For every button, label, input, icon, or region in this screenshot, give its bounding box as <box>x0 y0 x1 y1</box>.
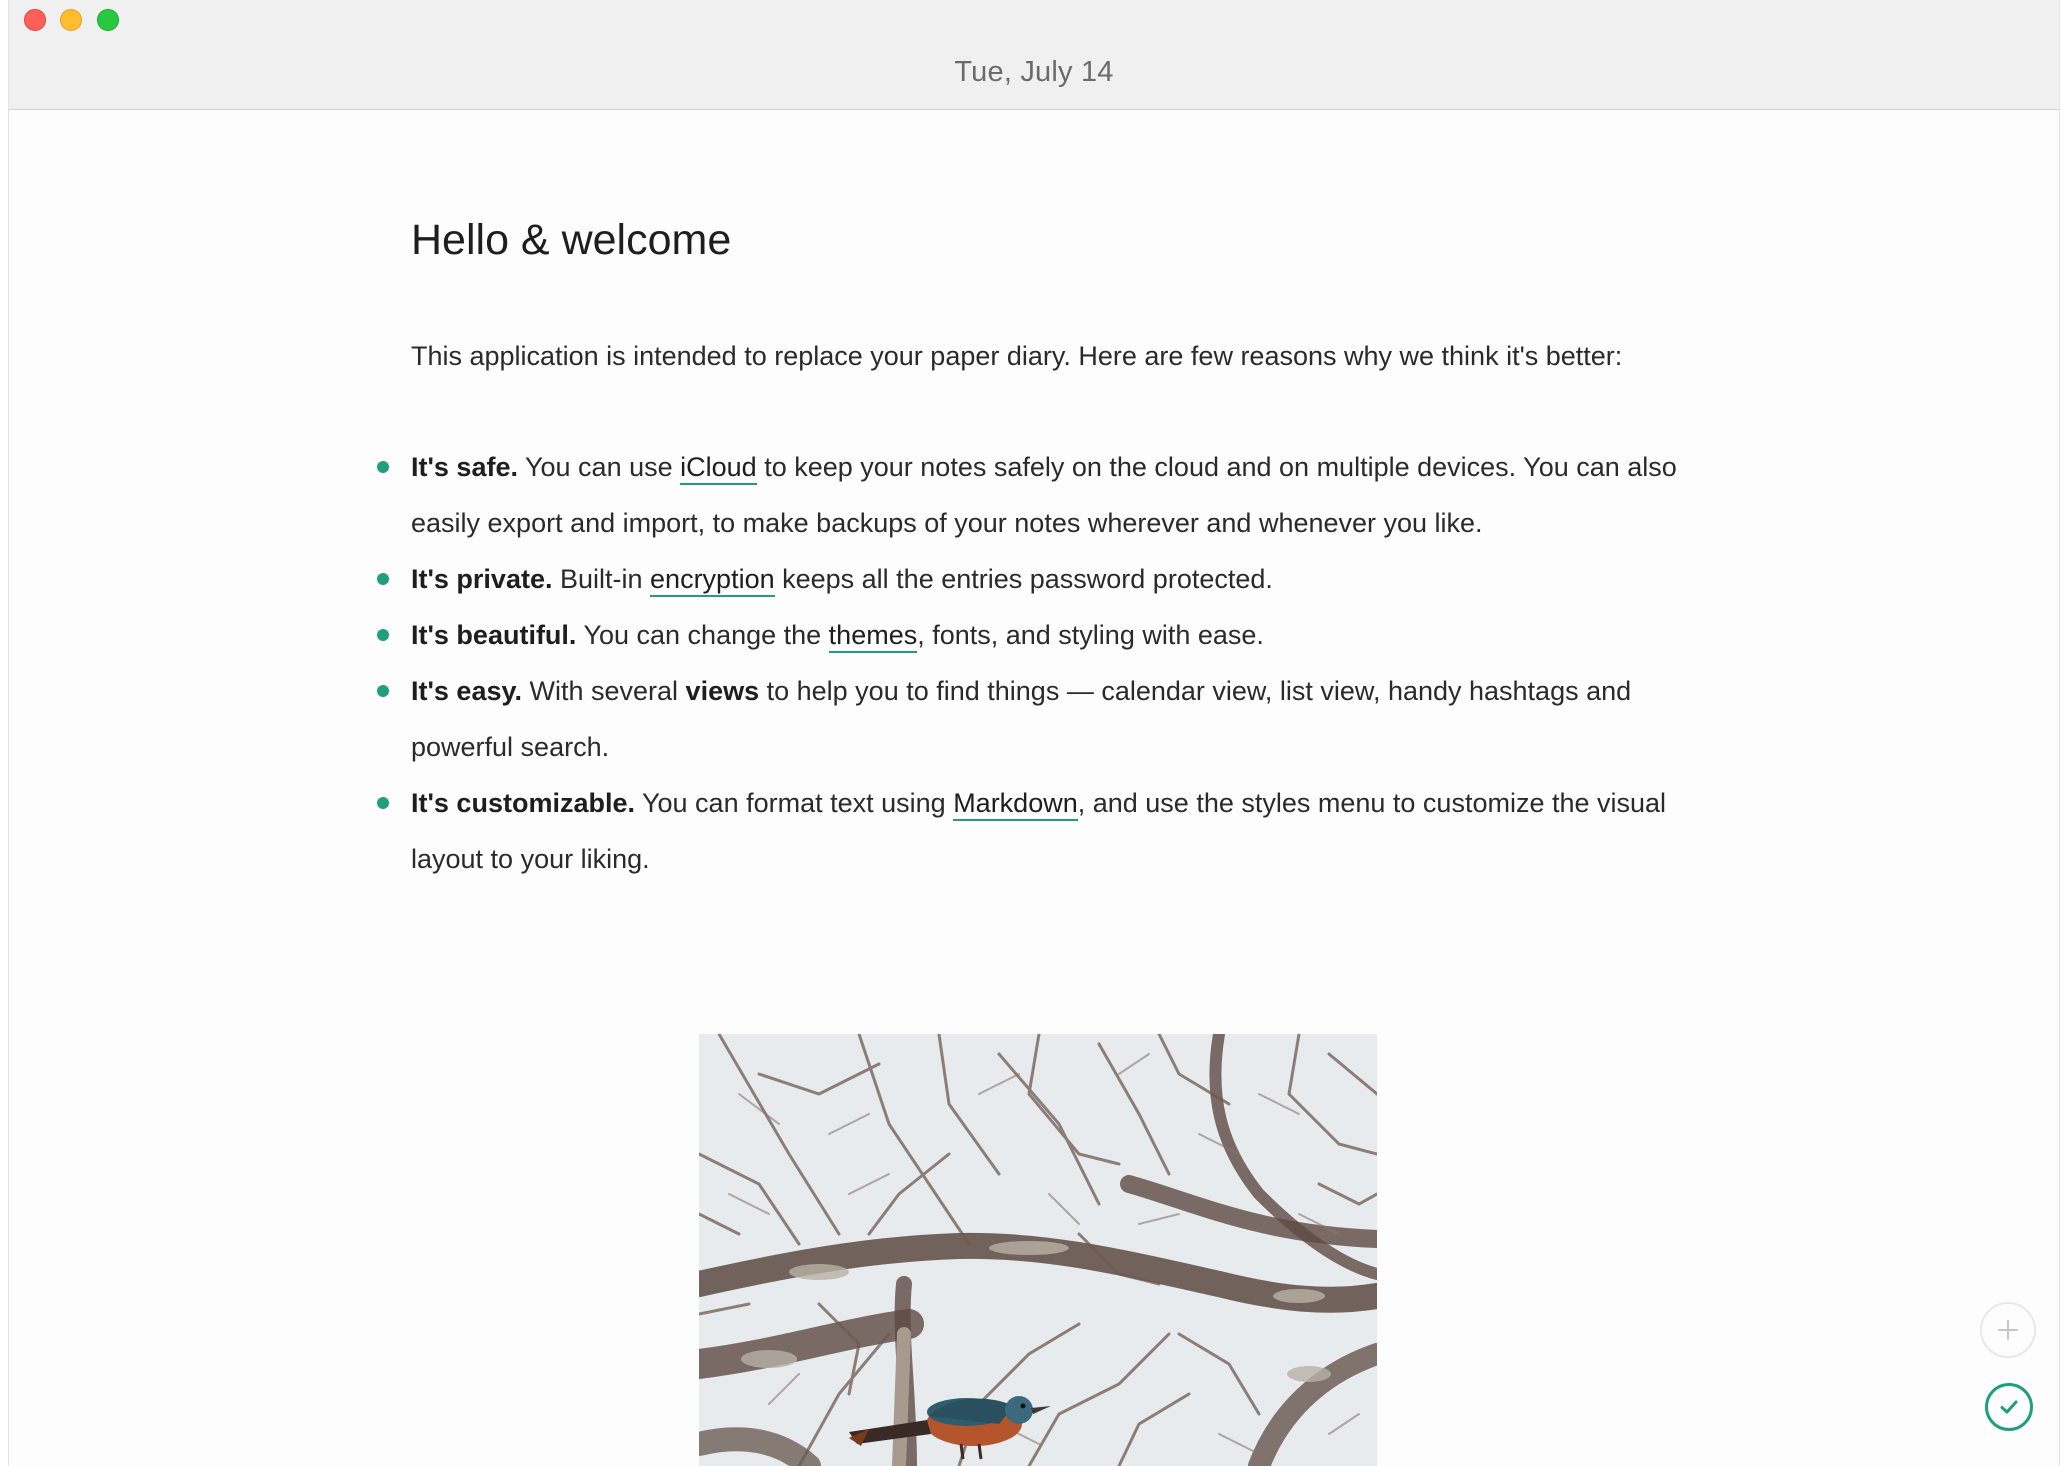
bird-in-tree-image <box>699 1034 1377 1466</box>
icloud-link[interactable]: iCloud <box>680 452 757 485</box>
list-item[interactable]: It's beautiful. You can change the theme… <box>377 607 1731 663</box>
checkmark-icon <box>2000 1400 2018 1414</box>
entry-title[interactable]: Hello & welcome <box>411 210 1731 270</box>
bullet-icon <box>377 797 389 809</box>
list-item[interactable]: It's private. Built-in encryption keeps … <box>377 551 1731 607</box>
feature-heading: It's easy. <box>411 676 522 706</box>
title-bar[interactable]: Tue, July 14 <box>9 0 2059 110</box>
entry-editor[interactable]: Hello & welcome This application is inte… <box>377 190 1731 887</box>
feature-text: keeps all the entries password protected… <box>774 564 1273 594</box>
themes-link[interactable]: themes <box>828 620 918 653</box>
bullet-icon <box>377 461 389 473</box>
feature-text: You can use <box>517 452 681 482</box>
views-strong-text: views <box>685 676 760 706</box>
feature-heading: It's private. <box>411 564 553 594</box>
encryption-link[interactable]: encryption <box>650 564 775 597</box>
close-window-button[interactable] <box>24 9 46 31</box>
plus-icon <box>1998 1320 2018 1340</box>
list-item[interactable]: It's easy. With several views to help yo… <box>377 663 1731 775</box>
feature-text: Built-in <box>552 564 651 594</box>
feature-list: It's safe. You can use iCloud to keep yo… <box>377 439 1731 887</box>
markdown-link[interactable]: Markdown <box>953 788 1078 821</box>
feature-text: With several <box>522 676 686 706</box>
feature-heading: It's beautiful. <box>411 620 577 650</box>
feature-heading: It's customizable. <box>411 788 635 818</box>
entry-photo[interactable] <box>699 1034 1377 1466</box>
add-entry-button[interactable] <box>1980 1302 2036 1358</box>
intro-paragraph[interactable]: This application is intended to replace … <box>411 328 1731 384</box>
bullet-icon <box>377 573 389 585</box>
bullet-icon <box>377 685 389 697</box>
window-title-date: Tue, July 14 <box>954 56 1114 88</box>
feature-text: You can format text using <box>634 788 954 818</box>
maximize-window-button[interactable] <box>97 9 119 31</box>
feature-text: You can change the <box>576 620 829 650</box>
minimize-window-button[interactable] <box>60 9 82 31</box>
list-item[interactable]: It's customizable. You can format text u… <box>377 775 1731 887</box>
app-window: Tue, July 14 Hello & welcome This applic… <box>8 0 2060 1466</box>
feature-heading: It's safe. <box>411 452 518 482</box>
list-item[interactable]: It's safe. You can use iCloud to keep yo… <box>377 439 1731 551</box>
done-button[interactable] <box>1985 1383 2033 1431</box>
feature-text: , fonts, and styling with ease. <box>917 620 1264 650</box>
bullet-icon <box>377 629 389 641</box>
